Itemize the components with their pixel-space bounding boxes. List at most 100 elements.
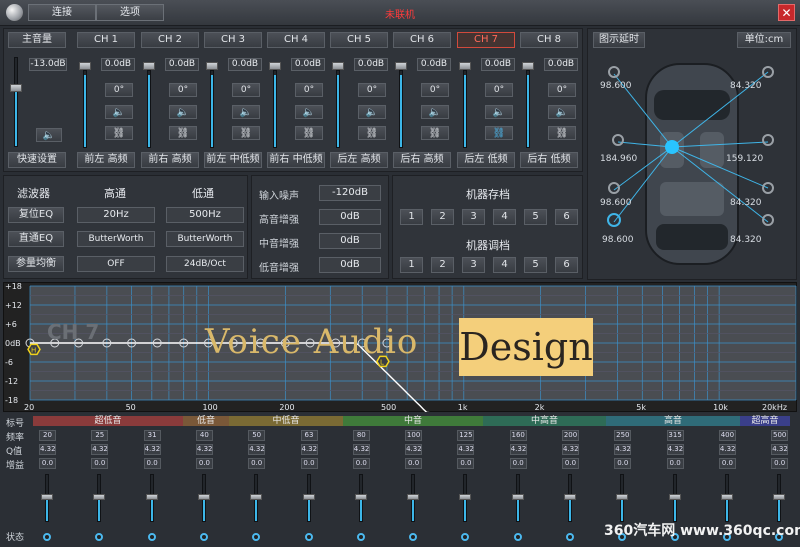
lowpass-slope-select[interactable]: 24dB/Oct bbox=[166, 256, 244, 272]
eq-q-input[interactable]: 4.32 bbox=[300, 444, 318, 455]
eq-q-input[interactable]: 4.32 bbox=[666, 444, 684, 455]
channel-output-select[interactable]: 前左 高频 bbox=[77, 152, 135, 168]
eq-status-toggle[interactable] bbox=[43, 533, 51, 541]
eq-freq-input[interactable]: 25 bbox=[91, 430, 109, 441]
channel-mute-speaker-icon[interactable]: 🔈 bbox=[548, 105, 576, 119]
eq-gain-knob[interactable] bbox=[197, 494, 210, 500]
eq-freq-input[interactable]: 100 bbox=[405, 430, 423, 441]
channel-gain-slider[interactable] bbox=[83, 70, 87, 148]
eq-gain-knob[interactable] bbox=[668, 494, 681, 500]
eq-gain-knob[interactable] bbox=[302, 494, 315, 500]
delay-display-button[interactable]: 图示延时 bbox=[593, 32, 645, 48]
channel-gain-knob[interactable] bbox=[143, 62, 155, 70]
channel-gain-knob[interactable] bbox=[522, 62, 534, 70]
eq-freq-input[interactable]: 500 bbox=[771, 430, 789, 441]
channel-phase-button[interactable]: 0° bbox=[169, 83, 197, 97]
channel-mute-speaker-icon[interactable]: 🔈 bbox=[295, 105, 323, 119]
channel-tab-6[interactable]: CH 6 bbox=[393, 32, 451, 48]
channel-phase-button[interactable]: 0° bbox=[105, 83, 133, 97]
store-slot-button[interactable]: 5 bbox=[524, 209, 547, 225]
store-slot-button[interactable]: 6 bbox=[555, 209, 578, 225]
lowpass-type-select[interactable]: ButterWorth bbox=[166, 231, 244, 247]
menu-options[interactable]: 选项 bbox=[96, 4, 164, 21]
eq-gain-knob[interactable] bbox=[773, 494, 786, 500]
highpass-freq-input[interactable]: 20Hz bbox=[77, 207, 155, 223]
highpass-slope-select[interactable]: OFF bbox=[77, 256, 155, 272]
master-volume-button[interactable]: 主音量 bbox=[8, 32, 66, 48]
eq-status-toggle[interactable] bbox=[513, 533, 522, 541]
eq-gain-input[interactable]: 0.0 bbox=[195, 458, 213, 469]
eq-gain-input[interactable]: 0.0 bbox=[91, 458, 109, 469]
input-row-value[interactable]: 0dB bbox=[319, 233, 381, 249]
eq-gain-input[interactable]: 0.0 bbox=[352, 458, 370, 469]
channel-link-icon[interactable]: ⛓ bbox=[232, 126, 260, 140]
eq-freq-input[interactable]: 315 bbox=[666, 430, 684, 441]
eq-q-input[interactable]: 4.32 bbox=[248, 444, 266, 455]
highpass-type-select[interactable]: ButterWorth bbox=[77, 231, 155, 247]
channel-phase-button[interactable]: 0° bbox=[232, 83, 260, 97]
channel-gain-knob[interactable] bbox=[206, 62, 218, 70]
eq-gain-knob[interactable] bbox=[407, 494, 420, 500]
eq-status-toggle[interactable] bbox=[566, 533, 574, 541]
channel-tab-7[interactable]: CH 7 bbox=[457, 32, 515, 48]
channel-gain-slider[interactable] bbox=[210, 70, 214, 148]
channel-gain-slider[interactable] bbox=[273, 70, 277, 148]
channel-gain-knob[interactable] bbox=[79, 62, 91, 70]
channel-tab-5[interactable]: CH 5 bbox=[330, 32, 388, 48]
eq-gain-input[interactable]: 0.0 bbox=[405, 458, 423, 469]
channel-phase-button[interactable]: 0° bbox=[358, 83, 386, 97]
eq-gain-knob[interactable] bbox=[459, 494, 472, 500]
channel-mute-speaker-icon[interactable]: 🔈 bbox=[232, 105, 260, 119]
recall-slot-button[interactable]: 1 bbox=[400, 257, 423, 273]
eq-gain-input[interactable]: 0.0 bbox=[143, 458, 161, 469]
channel-gain-slider[interactable] bbox=[147, 70, 151, 148]
menu-connect[interactable]: 连接 bbox=[28, 4, 96, 21]
channel-mute-speaker-icon[interactable]: 🔈 bbox=[421, 105, 449, 119]
eq-gain-input[interactable]: 0.0 bbox=[666, 458, 684, 469]
close-button[interactable]: ✕ bbox=[778, 4, 795, 21]
eq-gain-knob[interactable] bbox=[616, 494, 629, 500]
eq-q-input[interactable]: 4.32 bbox=[39, 444, 56, 455]
eq-gain-knob[interactable] bbox=[564, 494, 576, 500]
eq-freq-input[interactable]: 400 bbox=[718, 430, 736, 441]
eq-q-input[interactable]: 4.32 bbox=[771, 444, 789, 455]
eq-q-input[interactable]: 4.32 bbox=[195, 444, 213, 455]
store-slot-button[interactable]: 2 bbox=[431, 209, 454, 225]
parametric-eq-button[interactable]: 参量均衡 bbox=[8, 256, 64, 272]
channel-gain-knob[interactable] bbox=[269, 62, 281, 70]
channel-link-icon[interactable]: ⛓ bbox=[421, 126, 449, 140]
eq-q-input[interactable]: 4.32 bbox=[143, 444, 161, 455]
eq-gain-knob[interactable] bbox=[93, 494, 106, 500]
channel-tab-1[interactable]: CH 1 bbox=[77, 32, 135, 48]
input-row-value[interactable]: 0dB bbox=[319, 257, 381, 273]
channel-mute-speaker-icon[interactable]: 🔈 bbox=[485, 105, 513, 119]
channel-link-icon[interactable]: ⛓ bbox=[105, 126, 133, 140]
channel-link-icon[interactable]: ⛓ bbox=[358, 126, 386, 140]
input-row-value[interactable]: -120dB bbox=[319, 185, 381, 201]
eq-gain-input[interactable]: 0.0 bbox=[614, 458, 632, 469]
eq-freq-input[interactable]: 250 bbox=[614, 430, 632, 441]
channel-output-select[interactable]: 后右 低频 bbox=[520, 152, 578, 168]
eq-freq-input[interactable]: 125 bbox=[457, 430, 475, 441]
master-volume-knob[interactable] bbox=[10, 84, 22, 92]
master-mute-speaker-icon[interactable]: 🔈 bbox=[36, 128, 62, 142]
eq-status-toggle[interactable] bbox=[147, 533, 156, 541]
channel-output-select[interactable]: 前右 中低频 bbox=[267, 152, 325, 168]
eq-q-input[interactable]: 4.32 bbox=[352, 444, 370, 455]
eq-gain-input[interactable]: 0.0 bbox=[718, 458, 736, 469]
eq-freq-input[interactable]: 20 bbox=[39, 430, 56, 441]
eq-q-input[interactable]: 4.32 bbox=[509, 444, 527, 455]
eq-freq-input[interactable]: 200 bbox=[562, 430, 579, 441]
channel-output-select[interactable]: 后左 低频 bbox=[457, 152, 515, 168]
channel-link-icon[interactable]: ⛓ bbox=[169, 126, 197, 140]
eq-freq-input[interactable]: 50 bbox=[248, 430, 266, 441]
channel-mute-speaker-icon[interactable]: 🔈 bbox=[358, 105, 386, 119]
channel-mute-speaker-icon[interactable]: 🔈 bbox=[169, 105, 197, 119]
channel-gain-slider[interactable] bbox=[463, 70, 467, 148]
master-volume-slider[interactable] bbox=[14, 57, 18, 147]
eq-gain-knob[interactable] bbox=[250, 494, 263, 500]
eq-gain-input[interactable]: 0.0 bbox=[300, 458, 318, 469]
channel-gain-knob[interactable] bbox=[459, 62, 471, 70]
delay-unit-select[interactable]: 单位:cm bbox=[737, 32, 791, 48]
channel-gain-knob[interactable] bbox=[332, 62, 344, 70]
